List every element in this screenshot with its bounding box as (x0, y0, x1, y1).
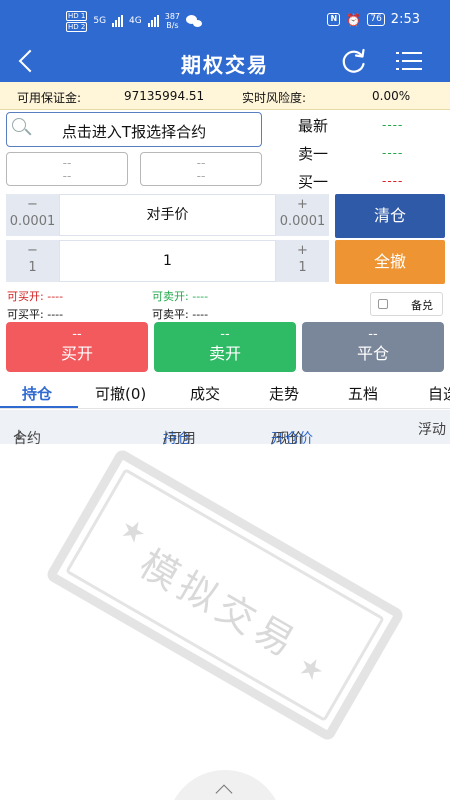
sell-open-label: 卖开 (208, 344, 241, 363)
risk-label: 实时风险度: (242, 91, 307, 105)
contract-info-box-left: -- -- (6, 152, 128, 186)
qty-minus-step: 1 (28, 260, 37, 275)
buy-close-value: ---- (47, 308, 64, 321)
watermark-text: 模拟交易 (132, 541, 307, 668)
price-input[interactable]: 对手价 (59, 194, 276, 236)
column-current-price-label: /现价 (271, 431, 304, 447)
column-available-label: /可用 (163, 431, 196, 447)
contract-search-text: 点击进入T报选择合约 (61, 123, 207, 141)
tab-positions[interactable]: 持仓 (22, 383, 52, 404)
qty-plus-step: 1 (298, 260, 307, 275)
quote-latest-value: ---- (382, 118, 404, 132)
simulated-trading-watermark: ★ ★ 模拟交易 (44, 447, 406, 743)
sell-close-available: 可卖平: ---- (152, 306, 208, 322)
status-right: N ⏰ 76 2:53 (327, 12, 420, 27)
network-2-label: 4G (129, 16, 142, 26)
buy-open-price: -- (72, 327, 82, 342)
tab-cancelable[interactable]: 可撤(0) (95, 383, 146, 404)
margin-bar: 可用保证金: 97135994.51 实时风险度: 0.00% (0, 82, 450, 110)
price-plus-step: 0.0001 (279, 214, 326, 229)
plus-icon: + (297, 243, 308, 258)
plus-icon: + (297, 197, 308, 212)
price-plus-button[interactable]: + 0.0001 (276, 194, 329, 236)
contract-search-button[interactable]: 点击进入T报选择合约 (6, 112, 262, 147)
available-margin-label: 可用保证金: (17, 91, 82, 105)
hd-2-badge: HD 2 (66, 21, 88, 32)
quote-bid1-value: ---- (382, 174, 404, 188)
price-minus-step: 0.0001 (9, 214, 56, 229)
sell-open-available: 可卖开: ---- (152, 288, 208, 304)
column-floating[interactable]: 浮动 (418, 419, 446, 439)
tab-underline (0, 406, 78, 408)
nav-bar: 期权交易 (0, 40, 450, 82)
sell-close-value: ---- (192, 308, 209, 321)
contract-info-right-line2: -- (196, 169, 206, 183)
buy-open-label: 买开 (60, 344, 93, 363)
quote-ask1-value: ---- (382, 146, 404, 160)
risk-value: 0.00% (372, 89, 411, 103)
contract-info-box-right: -- -- (140, 152, 262, 186)
menu-button[interactable] (396, 49, 422, 73)
buy-close-label: 可买平: (7, 308, 44, 321)
alarm-icon: ⏰ (346, 12, 362, 27)
buy-open-value: ---- (47, 290, 64, 303)
hd-1-badge: HD 1 (66, 10, 88, 21)
quote-ask1-label: 卖一 (298, 145, 329, 163)
qty-plus-button[interactable]: + 1 (276, 240, 329, 282)
buy-open-label: 可买开: (7, 290, 44, 303)
status-bar: HD 1 HD 2 5G 4G 387 B/s N ⏰ 76 2:53 (0, 0, 450, 40)
tab-level5[interactable]: 五档 (348, 383, 378, 404)
buy-open-button[interactable]: -- 买开 (6, 322, 148, 372)
buy-open-available: 可买开: ---- (7, 288, 63, 304)
checkbox-icon (378, 299, 388, 309)
price-minus-button[interactable]: − 0.0001 (6, 194, 59, 236)
signal-2-icon (147, 15, 159, 27)
sell-close-label: 可卖平: (152, 308, 189, 321)
quote-latest-label: 最新 (298, 117, 329, 135)
status-left: HD 1 HD 2 5G 4G 387 B/s (66, 10, 203, 32)
minus-icon: − (27, 197, 38, 212)
clear-position-button[interactable]: 清仓 (335, 194, 445, 238)
covered-checkbox[interactable]: 备兑 (370, 292, 443, 316)
sell-open-label: 可卖开: (152, 290, 189, 303)
nfc-icon: N (327, 13, 341, 26)
close-position-button[interactable]: -- 平仓 (302, 322, 444, 372)
sort-arrow-icon: ↓ (13, 428, 25, 444)
available-margin-value: 97135994.51 (124, 89, 205, 103)
refresh-icon (342, 48, 365, 73)
network-1-label: 5G (93, 16, 107, 26)
covered-label: 备兑 (411, 299, 433, 312)
close-position-label: 平仓 (356, 344, 389, 363)
cancel-all-button[interactable]: 全撤 (335, 240, 445, 284)
page-title: 期权交易 (181, 53, 269, 77)
tab-trades[interactable]: 成交 (190, 383, 220, 404)
buy-close-available: 可买平: ---- (7, 306, 63, 322)
qty-input[interactable]: 1 (59, 240, 276, 282)
sell-open-button[interactable]: -- 卖开 (154, 322, 296, 372)
signal-1-icon (112, 15, 124, 27)
tab-watchlist[interactable]: 自选 (428, 383, 450, 404)
expand-panel-button[interactable] (167, 770, 283, 800)
sell-open-price: -- (220, 327, 230, 342)
clock: 2:53 (390, 12, 420, 27)
tab-trend[interactable]: 走势 (269, 383, 299, 404)
positions-table-header: 合约 ↓ 持仓/可用 开仓价/现价 浮动 (0, 410, 450, 447)
sell-open-value: ---- (192, 290, 209, 303)
tab-bar: 持仓 可撤(0) 成交 走势 五档 自选 (0, 376, 450, 409)
network-speed: 387 B/s (165, 12, 180, 30)
hd-indicator: HD 1 HD 2 (66, 10, 88, 32)
quote-bid1-label: 买一 (298, 173, 329, 191)
network-speed-value: 387 (164, 12, 181, 21)
battery-icon: 76 (367, 13, 385, 26)
close-position-price: -- (368, 327, 378, 342)
qty-minus-button[interactable]: − 1 (6, 240, 59, 282)
app-root: HD 1 HD 2 5G 4G 387 B/s N ⏰ 76 2:53 期权交易 (0, 0, 450, 800)
wechat-icon (186, 15, 203, 27)
contract-info-left-line2: -- (62, 169, 72, 183)
network-speed-unit: B/s (166, 21, 179, 30)
refresh-button[interactable] (340, 47, 368, 75)
minus-icon: − (27, 243, 38, 258)
